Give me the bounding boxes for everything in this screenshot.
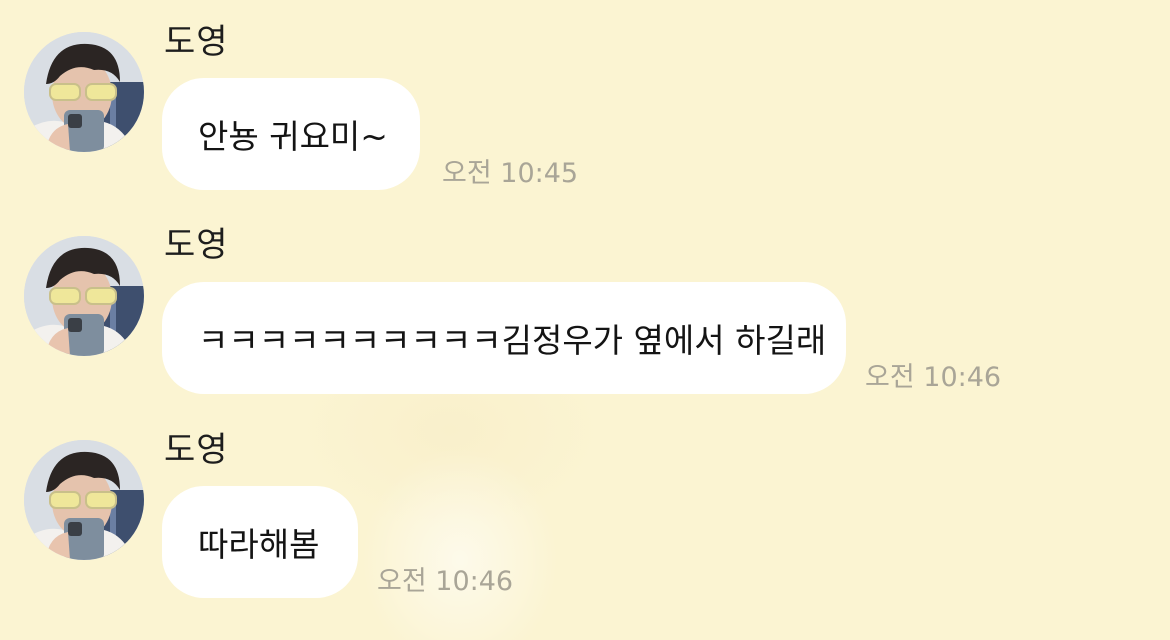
message-text: 안뇽 귀요미~ xyxy=(198,117,388,156)
message-text: ㅋㅋㅋㅋㅋㅋㅋㅋㅋㅋ김정우가 옆에서 하길래 xyxy=(198,321,827,360)
message-bubble[interactable]: 따라해봄 xyxy=(162,486,358,598)
profile-photo-avatar-icon xyxy=(24,236,144,356)
message-text: 따라해봄 xyxy=(198,525,320,564)
sender-name: 도영 xyxy=(164,430,229,470)
avatar[interactable] xyxy=(24,236,144,356)
profile-photo-avatar-icon xyxy=(24,440,144,560)
message-time: 오전 10:46 xyxy=(865,362,1002,393)
avatar[interactable] xyxy=(24,440,144,560)
sender-name: 도영 xyxy=(164,225,229,265)
message-bubble[interactable]: 안뇽 귀요미~ xyxy=(162,78,420,190)
message-time: 오전 10:45 xyxy=(442,158,579,189)
message-time: 오전 10:46 xyxy=(377,566,514,597)
sender-name: 도영 xyxy=(164,22,229,62)
message-bubble[interactable]: ㅋㅋㅋㅋㅋㅋㅋㅋㅋㅋ김정우가 옆에서 하길래 xyxy=(162,282,846,394)
avatar[interactable] xyxy=(24,32,144,152)
profile-photo-avatar-icon xyxy=(24,32,144,152)
